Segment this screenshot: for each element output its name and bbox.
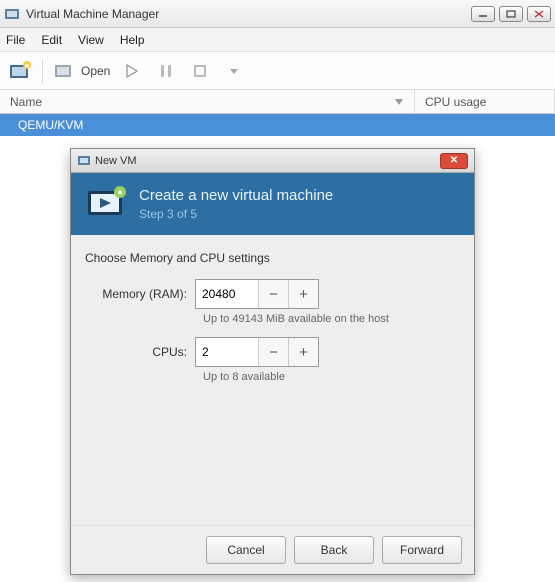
memory-label: Memory (RAM): (85, 287, 195, 301)
maximize-button[interactable] (499, 6, 523, 22)
app-icon (4, 6, 20, 22)
open-button[interactable]: Open (53, 61, 110, 81)
dialog-buttons: Cancel Back Forward (71, 525, 474, 574)
main-titlebar: Virtual Machine Manager (0, 0, 555, 28)
svg-text:★: ★ (116, 188, 123, 197)
cancel-button[interactable]: Cancel (206, 536, 286, 564)
column-cpu[interactable]: CPU usage (415, 90, 555, 113)
menubar: File Edit View Help (0, 28, 555, 52)
cpu-increment-button[interactable]: + (288, 338, 318, 366)
dialog-title: New VM (95, 155, 440, 167)
memory-decrement-button[interactable]: − (258, 280, 288, 308)
back-button[interactable]: Back (294, 536, 374, 564)
toolbar: ★ Open (0, 52, 555, 90)
column-headers: Name CPU usage (0, 90, 555, 114)
col-name-label: Name (10, 95, 42, 109)
open-label: Open (81, 64, 110, 78)
memory-hint: Up to 49143 MiB available on the host (203, 313, 460, 325)
cpu-hint: Up to 8 available (203, 371, 460, 383)
connection-row[interactable]: QEMU/KVM (0, 114, 555, 136)
chevron-down-icon (394, 97, 404, 107)
dropdown-icon[interactable] (222, 59, 246, 83)
column-name[interactable]: Name (0, 90, 415, 113)
separator (42, 59, 43, 83)
cpu-input[interactable] (196, 338, 258, 366)
wizard-icon: ★ (85, 185, 127, 223)
dialog-heading: Create a new virtual machine (139, 187, 333, 204)
new-vm-button[interactable]: ★ (8, 59, 32, 83)
close-icon: ✕ (450, 155, 458, 166)
memory-spinner: − + (195, 279, 319, 309)
svg-text:★: ★ (24, 62, 30, 70)
pause-button[interactable] (154, 59, 178, 83)
cpu-decrement-button[interactable]: − (258, 338, 288, 366)
play-button[interactable] (120, 59, 144, 83)
cpu-label: CPUs: (85, 345, 195, 359)
memory-field: Memory (RAM): − + (85, 279, 460, 309)
memory-input[interactable] (196, 280, 258, 308)
section-title: Choose Memory and CPU settings (85, 251, 460, 265)
dialog-titlebar: New VM ✕ (71, 149, 474, 173)
minimize-button[interactable] (471, 6, 495, 22)
menu-file[interactable]: File (6, 33, 25, 47)
forward-button[interactable]: Forward (382, 536, 462, 564)
dialog-body: Choose Memory and CPU settings Memory (R… (71, 235, 474, 525)
dialog-close-button[interactable]: ✕ (440, 153, 468, 169)
menu-help[interactable]: Help (120, 33, 145, 47)
step-label: Step 3 of 5 (139, 207, 333, 221)
cpu-spinner: − + (195, 337, 319, 367)
dialog-header: ★ Create a new virtual machine Step 3 of… (71, 173, 474, 235)
new-vm-dialog: New VM ✕ ★ Create a new virtual machine … (70, 148, 475, 575)
cpu-field: CPUs: − + (85, 337, 460, 367)
dialog-icon (77, 154, 91, 168)
window-title: Virtual Machine Manager (26, 7, 471, 21)
stop-button[interactable] (188, 59, 212, 83)
menu-view[interactable]: View (78, 33, 104, 47)
close-button[interactable] (527, 6, 551, 22)
memory-increment-button[interactable]: + (288, 280, 318, 308)
col-cpu-label: CPU usage (425, 95, 486, 109)
menu-edit[interactable]: Edit (41, 33, 62, 47)
connection-label: QEMU/KVM (18, 118, 83, 132)
